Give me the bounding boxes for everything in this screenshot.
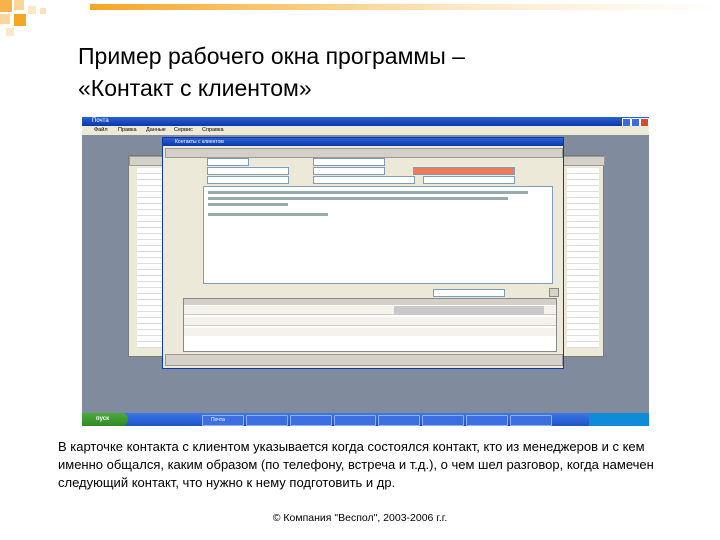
app-title-bar: Почта <box>82 117 649 127</box>
taskbar-item[interactable] <box>246 415 288 426</box>
result-field[interactable] <box>433 289 505 297</box>
type-field[interactable] <box>207 176 289 184</box>
taskbar-item[interactable] <box>378 415 420 426</box>
menu-help[interactable]: Справка <box>202 127 224 133</box>
taskbar-item-pochta[interactable]: Почта <box>202 415 244 426</box>
contact-field[interactable] <box>313 167 385 175</box>
menu-service[interactable]: Сервис <box>174 127 193 133</box>
app-title: Почта <box>92 118 109 124</box>
contact-dialog: Контакты с клиентом <box>162 137 564 369</box>
tasks-grid <box>183 298 557 352</box>
menu-edit[interactable]: Правка <box>118 127 137 133</box>
dialog-title: Контакты с клиентом <box>163 138 563 146</box>
subject-field[interactable] <box>413 167 515 175</box>
mdi-workspace: Контакты с клиентом <box>82 135 649 413</box>
project-field[interactable] <box>423 176 515 184</box>
menu-file[interactable]: Файл <box>94 127 108 133</box>
dialog-navigation-bar <box>165 354 563 366</box>
slide-footer: © Компания "Веспол", 2003-2006 г.г. <box>272 512 448 524</box>
taskbar-item[interactable] <box>290 415 332 426</box>
system-tray <box>589 413 649 426</box>
contact-content-area[interactable] <box>203 186 553 284</box>
windows-taskbar: пуск Почта <box>82 413 649 426</box>
taskbar-item[interactable] <box>334 415 376 426</box>
next-contact-field[interactable] <box>313 176 415 184</box>
date-field[interactable] <box>207 158 249 166</box>
taskbar-item[interactable] <box>510 415 552 426</box>
confirm-icon[interactable] <box>549 288 559 297</box>
client-field[interactable] <box>207 167 289 175</box>
menu-data[interactable]: Данные <box>146 127 166 133</box>
taskbar-item[interactable] <box>466 415 508 426</box>
corner-decoration <box>0 0 90 50</box>
program-screenshot: Почта Файл Правка Данные Сервис Справка … <box>82 117 649 426</box>
title-line-2: «Контакт с клиентом» <box>78 75 312 101</box>
start-button[interactable]: пуск <box>82 413 128 426</box>
back-window-right <box>562 155 605 357</box>
manager-field[interactable] <box>313 158 385 166</box>
taskbar-item[interactable] <box>422 415 464 426</box>
slide-description: В карточке контакта с клиентом указывает… <box>58 439 654 490</box>
top-gradient-bar <box>90 4 720 10</box>
title-line-1: Пример рабочего окна программы – <box>78 43 465 69</box>
dialog-toolbar <box>165 148 563 158</box>
slide-title: Пример рабочего окна программы – «Контак… <box>78 40 678 104</box>
